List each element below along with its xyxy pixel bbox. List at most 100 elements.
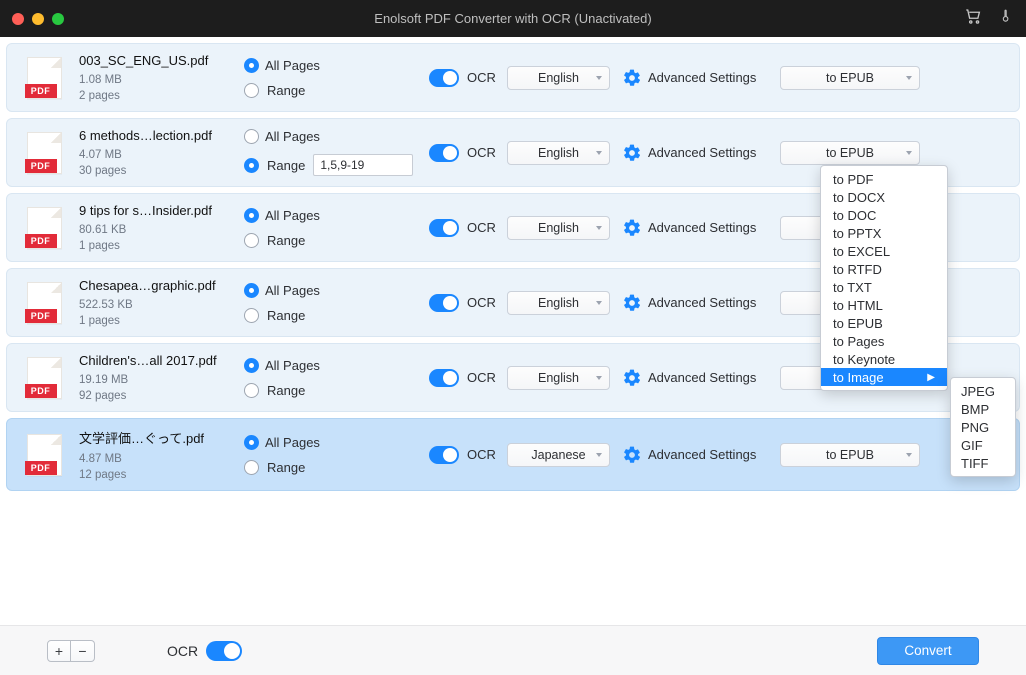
range-radio[interactable] <box>244 158 259 173</box>
language-select[interactable]: Japanese <box>507 443 610 467</box>
pdf-badge: PDF <box>25 234 57 248</box>
output-format-select[interactable]: to EPUB <box>780 66 920 90</box>
format-menu-item[interactable]: to RTFD <box>821 260 947 278</box>
ocr-label: OCR <box>467 220 496 235</box>
pdf-badge: PDF <box>25 159 57 173</box>
all-pages-radio[interactable] <box>244 435 259 450</box>
image-format-item[interactable]: JPEG <box>951 382 1015 400</box>
gear-icon[interactable] <box>622 293 642 313</box>
ocr-label: OCR <box>467 295 496 310</box>
global-ocr-switch[interactable] <box>206 641 242 661</box>
output-format-select[interactable]: to EPUB <box>780 443 920 467</box>
range-label: Range <box>267 460 305 475</box>
language-select[interactable]: English <box>507 366 610 390</box>
format-menu-item[interactable]: to Image▶ <box>821 368 947 386</box>
add-file-button[interactable]: + <box>47 640 71 662</box>
advanced-settings-label: Advanced Settings <box>648 370 756 385</box>
ocr-switch[interactable] <box>429 294 459 312</box>
language-select[interactable]: English <box>507 66 610 90</box>
format-menu-item[interactable]: to Pages <box>821 332 947 350</box>
all-pages-radio[interactable] <box>244 283 259 298</box>
file-name: 9 tips for s…Insider.pdf <box>79 203 244 218</box>
thermometer-icon[interactable] <box>998 7 1012 30</box>
file-name: Children's…all 2017.pdf <box>79 353 244 368</box>
range-label: Range <box>267 233 305 248</box>
minimize-window-button[interactable] <box>32 13 44 25</box>
convert-button[interactable]: Convert <box>877 637 979 665</box>
format-menu-item[interactable]: to PDF <box>821 170 947 188</box>
file-name: 6 methods…lection.pdf <box>79 128 244 143</box>
advanced-settings-label: Advanced Settings <box>648 220 756 235</box>
image-format-item[interactable]: BMP <box>951 400 1015 418</box>
range-label: Range <box>267 308 305 323</box>
cart-icon[interactable] <box>964 7 982 30</box>
output-format-select[interactable]: to EPUB <box>780 141 920 165</box>
range-radio[interactable] <box>244 383 259 398</box>
gear-icon[interactable] <box>622 143 642 163</box>
advanced-settings-label: Advanced Settings <box>648 295 756 310</box>
file-icon: PDF <box>19 357 69 399</box>
file-icon: PDF <box>19 207 69 249</box>
language-select[interactable]: English <box>507 141 610 165</box>
format-menu-item[interactable]: to EXCEL <box>821 242 947 260</box>
file-icon: PDF <box>19 434 69 476</box>
pdf-badge: PDF <box>25 84 57 98</box>
format-menu-item[interactable]: to Keynote <box>821 350 947 368</box>
range-radio[interactable] <box>244 308 259 323</box>
ocr-switch[interactable] <box>429 219 459 237</box>
file-size: 4.87 MB <box>79 453 244 465</box>
output-format-menu[interactable]: to PDFto DOCXto DOCto PPTXto EXCELto RTF… <box>820 165 948 391</box>
language-select[interactable]: English <box>507 291 610 315</box>
file-pages: 92 pages <box>79 390 244 402</box>
range-input[interactable] <box>313 154 413 176</box>
all-pages-radio[interactable] <box>244 208 259 223</box>
image-format-item[interactable]: PNG <box>951 418 1015 436</box>
ocr-label: OCR <box>467 370 496 385</box>
ocr-switch[interactable] <box>429 369 459 387</box>
language-select[interactable]: English <box>507 216 610 240</box>
gear-icon[interactable] <box>622 218 642 238</box>
advanced-settings-label: Advanced Settings <box>648 447 756 462</box>
format-menu-item[interactable]: to TXT <box>821 278 947 296</box>
file-name: 文学評価…ぐって.pdf <box>79 428 244 447</box>
ocr-switch[interactable] <box>429 446 459 464</box>
titlebar: Enolsoft PDF Converter with OCR (Unactiv… <box>0 0 1026 37</box>
range-radio[interactable] <box>244 233 259 248</box>
format-menu-item[interactable]: to PPTX <box>821 224 947 242</box>
gear-icon[interactable] <box>622 368 642 388</box>
ocr-label: OCR <box>467 70 496 85</box>
file-row[interactable]: PDF文学評価…ぐって.pdf4.87 MB12 pagesAll PagesR… <box>6 418 1020 491</box>
remove-file-button[interactable]: − <box>71 640 95 662</box>
all-pages-radio[interactable] <box>244 129 259 144</box>
format-menu-item[interactable]: to DOCX <box>821 188 947 206</box>
file-size: 4.07 MB <box>79 149 244 161</box>
file-pages: 1 pages <box>79 240 244 252</box>
image-format-submenu[interactable]: JPEGBMPPNGGIFTIFF <box>950 377 1016 477</box>
range-radio[interactable] <box>244 83 259 98</box>
all-pages-radio[interactable] <box>244 58 259 73</box>
ocr-label: OCR <box>467 145 496 160</box>
all-pages-radio[interactable] <box>244 358 259 373</box>
format-menu-item[interactable]: to DOC <box>821 206 947 224</box>
range-radio[interactable] <box>244 460 259 475</box>
file-row[interactable]: PDF003_SC_ENG_US.pdf1.08 MB2 pagesAll Pa… <box>6 43 1020 112</box>
file-size: 80.61 KB <box>79 224 244 236</box>
image-format-item[interactable]: TIFF <box>951 454 1015 472</box>
format-menu-item[interactable]: to EPUB <box>821 314 947 332</box>
file-icon: PDF <box>19 282 69 324</box>
image-format-item[interactable]: GIF <box>951 436 1015 454</box>
ocr-switch[interactable] <box>429 69 459 87</box>
maximize-window-button[interactable] <box>52 13 64 25</box>
global-ocr-label: OCR <box>167 643 198 659</box>
ocr-switch[interactable] <box>429 144 459 162</box>
close-window-button[interactable] <box>12 13 24 25</box>
gear-icon[interactable] <box>622 68 642 88</box>
file-icon: PDF <box>19 132 69 174</box>
range-label: Range <box>267 158 305 173</box>
gear-icon[interactable] <box>622 445 642 465</box>
advanced-settings-label: Advanced Settings <box>648 70 756 85</box>
range-label: Range <box>267 383 305 398</box>
file-name: 003_SC_ENG_US.pdf <box>79 53 244 68</box>
window-controls <box>12 13 64 25</box>
format-menu-item[interactable]: to HTML <box>821 296 947 314</box>
